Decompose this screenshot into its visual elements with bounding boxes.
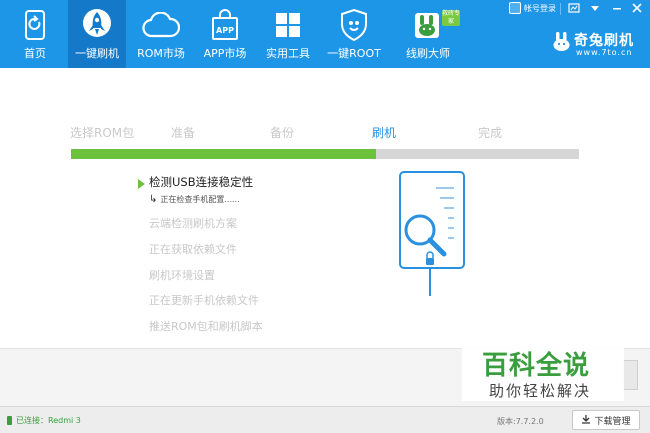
scroll-handle[interactable] bbox=[622, 360, 638, 390]
nav-item-one-click-root[interactable]: 一键ROOT bbox=[324, 0, 384, 68]
skin-icon[interactable] bbox=[567, 2, 581, 16]
svg-text:APP: APP bbox=[216, 26, 234, 35]
connection-status: 已连接：Redmi 3 bbox=[7, 415, 81, 426]
brand-name: 奇兔刷机 bbox=[574, 33, 634, 49]
minimize-icon[interactable] bbox=[610, 2, 624, 16]
task-item: 正在获取依赖文件 bbox=[149, 243, 237, 256]
login-label: 帐号登录 bbox=[524, 3, 556, 13]
download-icon bbox=[581, 414, 591, 427]
app-bag-icon: APP bbox=[205, 8, 245, 42]
phone-connected-icon bbox=[7, 416, 12, 425]
shield-icon bbox=[334, 8, 374, 42]
nav-item-home[interactable]: 首页 bbox=[12, 0, 58, 68]
nav-label: 一键刷机 bbox=[75, 47, 119, 60]
task-sub-status: ↳ 正在检查手机配置...... bbox=[149, 194, 240, 205]
nav-label: 首页 bbox=[24, 47, 46, 60]
nav-item-tools[interactable]: 实用工具 bbox=[261, 0, 315, 68]
task-item: 云端检测刷机方案 bbox=[149, 217, 237, 230]
connection-text: 已连接：Redmi 3 bbox=[16, 416, 81, 425]
task-item: 检测USB连接稳定性 bbox=[149, 175, 254, 189]
nav-item-rom-market[interactable]: ROM市场 bbox=[132, 0, 190, 68]
rescue-badge: 救砖专家 bbox=[442, 10, 461, 26]
download-manager-button[interactable]: 下载管理 bbox=[572, 410, 640, 430]
close-icon[interactable] bbox=[630, 2, 644, 16]
flash-progress-bar bbox=[71, 149, 579, 159]
nav-label: APP市场 bbox=[203, 47, 247, 60]
progress-fill bbox=[71, 149, 376, 159]
task-item: 刷机环境设置 bbox=[149, 269, 215, 282]
rocket-icon bbox=[77, 8, 117, 42]
brand-url: www.7to.cn bbox=[576, 48, 633, 57]
watermark-subtitle: 助你轻松解决 bbox=[489, 382, 592, 400]
download-label: 下载管理 bbox=[594, 416, 631, 427]
branch-icon: ↳ bbox=[149, 194, 158, 205]
menu-dropdown-icon[interactable] bbox=[588, 2, 602, 16]
user-icon bbox=[509, 2, 521, 14]
current-task-arrow-icon bbox=[138, 179, 145, 189]
divider bbox=[560, 3, 561, 15]
nav-label: 线刷大师 bbox=[406, 47, 450, 60]
task-item: 正在更新手机依赖文件 bbox=[149, 294, 259, 307]
nav-item-one-click-flash[interactable]: 一键刷机 bbox=[68, 0, 126, 68]
refresh-phone-icon bbox=[15, 8, 55, 42]
flash-steps: 选择ROM包 准备 备份 刷机 完成 bbox=[70, 124, 590, 140]
grid-icon bbox=[268, 8, 308, 42]
version-label: 版本:7.7.2.0 bbox=[497, 417, 544, 426]
nav-label: 实用工具 bbox=[266, 47, 310, 60]
status-bar: 已连接：Redmi 3 版本:7.7.2.0 下载管理 bbox=[0, 406, 650, 433]
top-nav-bar: 首页 一键刷机 ROM市场 APP APP市场 实用工具 一键ROOT 救砖专家… bbox=[0, 0, 650, 68]
step-complete: 完成 bbox=[478, 126, 503, 140]
nav-label: 一键ROOT bbox=[327, 47, 381, 60]
sub-status-text: 正在检查手机配置...... bbox=[160, 195, 240, 204]
watermark: 百科全说 助你轻松解决 bbox=[462, 343, 624, 401]
step-backup: 备份 bbox=[270, 126, 295, 140]
step-select-rom: 选择ROM包 bbox=[70, 126, 135, 140]
watermark-title: 百科全说 bbox=[482, 351, 591, 381]
nav-item-app-market[interactable]: APP APP市场 bbox=[199, 0, 251, 68]
cloud-icon bbox=[141, 8, 181, 42]
brand-logo-block: 奇兔刷机 www.7to.cn bbox=[552, 30, 647, 60]
task-item: 推送ROM包和刷机脚本 bbox=[149, 320, 263, 333]
bunny-logo-icon bbox=[552, 32, 572, 52]
step-flash: 刷机 bbox=[372, 126, 397, 140]
nav-item-line-flash-master[interactable]: 救砖专家 线刷大师 bbox=[400, 0, 460, 68]
step-prepare: 准备 bbox=[171, 126, 196, 140]
nav-label: ROM市场 bbox=[137, 47, 185, 60]
phone-scan-illustration bbox=[392, 168, 468, 298]
login-link[interactable]: 帐号登录 bbox=[509, 2, 556, 14]
